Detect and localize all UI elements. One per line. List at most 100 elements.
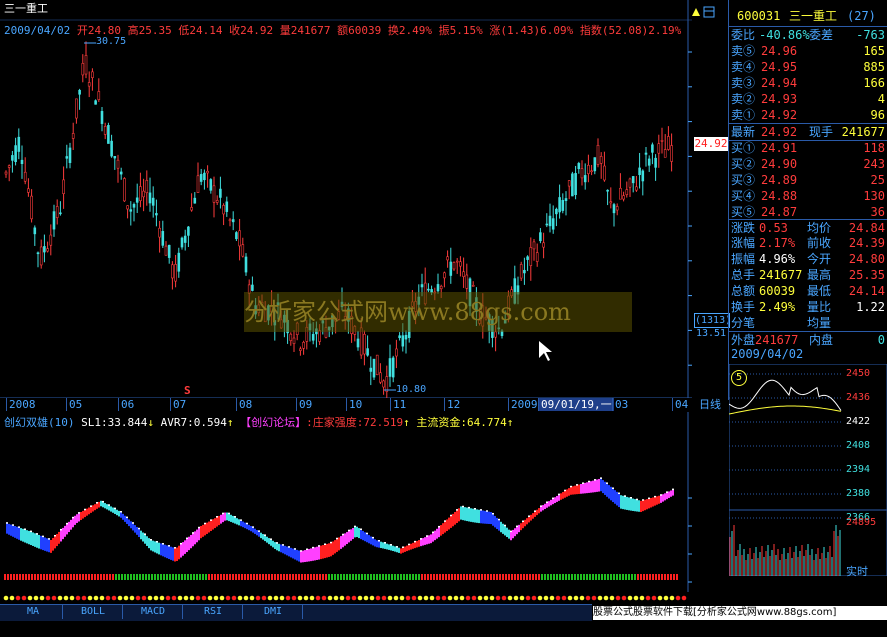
signal-bar bbox=[583, 574, 585, 580]
signal-bar bbox=[487, 574, 489, 580]
signal-dot bbox=[273, 595, 279, 601]
signal-bar bbox=[55, 574, 57, 580]
indicator-band-segment bbox=[260, 532, 262, 539]
signal-bar bbox=[52, 574, 54, 580]
candle-body bbox=[219, 188, 222, 198]
indicator-band-segment bbox=[442, 523, 444, 535]
candle-body bbox=[587, 164, 590, 175]
signal-bar bbox=[415, 574, 417, 580]
candle-body bbox=[180, 237, 184, 248]
indicator-band-segment bbox=[316, 546, 318, 560]
tab-dmi[interactable]: DMI bbox=[244, 605, 303, 619]
indicator-band-segment bbox=[18, 527, 20, 540]
indicator-band-segment bbox=[450, 515, 452, 528]
indicator-band-segment bbox=[386, 543, 388, 550]
signal-dot bbox=[537, 595, 543, 601]
candle-body bbox=[87, 82, 91, 87]
indicator-band-segment bbox=[36, 534, 38, 548]
signal-bar bbox=[673, 574, 675, 580]
signal-bar bbox=[133, 574, 135, 580]
tab-rsi[interactable]: RSI bbox=[184, 605, 243, 619]
indicator-band-segment bbox=[118, 510, 120, 517]
indicator-band-segment bbox=[458, 508, 460, 522]
signal-bar bbox=[388, 574, 390, 580]
candle-body bbox=[577, 163, 581, 170]
indicator-band-segment bbox=[412, 542, 414, 549]
signal-bar bbox=[361, 574, 363, 580]
candle-body bbox=[167, 244, 171, 258]
date-axis[interactable]: 2008 05 06 07 08 09 10 11 12 2009 09/01/19,一 03 04 日… bbox=[0, 398, 721, 413]
indicator-band-segment bbox=[544, 503, 546, 510]
signal-dot bbox=[291, 595, 297, 601]
indicator-band-segment bbox=[580, 484, 582, 494]
footer-banner[interactable]: 股票公式股票软件下载[分析家公式网www.88gs.com] bbox=[593, 606, 887, 620]
signal-bar bbox=[220, 574, 222, 580]
indicator-band-segment bbox=[534, 511, 536, 517]
signal-dot bbox=[105, 595, 111, 601]
date-axis-label[interactable]: 09/01/19,一 bbox=[538, 398, 614, 411]
sell-price: 24.93 bbox=[761, 92, 798, 106]
buy-price: 24.89 bbox=[761, 173, 798, 187]
indicator-band-segment bbox=[464, 507, 466, 521]
indicator-band-segment bbox=[404, 546, 406, 552]
date-axis-label: 03 bbox=[612, 398, 628, 411]
signal-bar bbox=[574, 574, 576, 580]
signal-bar bbox=[535, 574, 537, 580]
indicator-band-segment bbox=[600, 478, 602, 492]
signal-bar bbox=[61, 574, 63, 580]
main-price-chart[interactable]: 30.0028.0026.0024.0022.0020.0018.0016.00… bbox=[0, 0, 731, 400]
signal-bar bbox=[586, 574, 588, 580]
signal-dot bbox=[573, 595, 579, 601]
indicator-plot[interactable]: 60.0040.0020.000.00 bbox=[0, 412, 692, 592]
signal-bar bbox=[649, 574, 651, 580]
signal-bar bbox=[256, 574, 258, 580]
day-line-button[interactable]: 日线 bbox=[693, 398, 727, 411]
candle-body bbox=[171, 264, 174, 279]
stat-label: 最高 bbox=[807, 268, 832, 282]
sell-label: 卖① bbox=[731, 108, 756, 122]
indicator-zhuli: 主流资金:64.774 bbox=[416, 416, 507, 429]
signal-bar bbox=[7, 574, 9, 580]
signal-bar bbox=[271, 574, 273, 580]
signal-bar bbox=[112, 574, 114, 580]
signal-dot bbox=[3, 595, 9, 601]
signal-dot bbox=[459, 595, 465, 601]
indicator-band-segment bbox=[318, 546, 320, 560]
buy-row: 买⑤ 24.87 36 bbox=[729, 204, 887, 220]
candle-body bbox=[356, 338, 360, 348]
signal-bar bbox=[184, 574, 186, 580]
signal-bar bbox=[439, 574, 441, 580]
candle-body bbox=[519, 264, 523, 279]
sell-label: 卖⑤ bbox=[731, 44, 756, 58]
signal-bar bbox=[502, 574, 504, 580]
candle-body bbox=[142, 190, 145, 198]
sell-volume: 165 bbox=[863, 44, 885, 58]
signal-bar bbox=[274, 574, 276, 580]
tab-macd[interactable]: MACD bbox=[124, 605, 183, 619]
signal-bar bbox=[376, 574, 378, 580]
indicator-band-segment bbox=[108, 505, 110, 511]
signal-dot bbox=[657, 595, 663, 601]
indicator-band-segment bbox=[586, 482, 588, 494]
candlestick-plot[interactable]: 30.0028.0026.0024.0022.0020.0018.0016.00… bbox=[0, 0, 692, 400]
signal-dot bbox=[231, 595, 237, 601]
signal-bar bbox=[622, 574, 624, 580]
signal-bar bbox=[475, 574, 477, 580]
stat-value: 2.49% bbox=[759, 300, 796, 314]
indicator-band-segment bbox=[350, 529, 352, 541]
indicator-band-segment bbox=[106, 504, 108, 510]
candle-body bbox=[4, 171, 8, 175]
panel-toggle-icon[interactable] bbox=[690, 6, 716, 18]
period-circle-icon[interactable]: 5 bbox=[731, 370, 747, 386]
stat-row: 振幅 4.96% 今开 24.80 bbox=[729, 251, 887, 267]
signal-bar bbox=[553, 574, 555, 580]
signal-bar bbox=[520, 574, 522, 580]
tab-boll[interactable]: BOLL bbox=[64, 605, 123, 619]
candle-body bbox=[580, 168, 584, 179]
candle-body bbox=[532, 241, 536, 250]
realtime-label[interactable]: 实时 bbox=[846, 563, 868, 579]
candle-body bbox=[663, 149, 667, 158]
indicator-band-segment bbox=[300, 551, 302, 563]
indicator-panel[interactable]: 60.0040.0020.000.00 创幻双雄(10) SL1:33.844↓… bbox=[0, 412, 692, 592]
tab-ma[interactable]: MA bbox=[4, 605, 63, 619]
